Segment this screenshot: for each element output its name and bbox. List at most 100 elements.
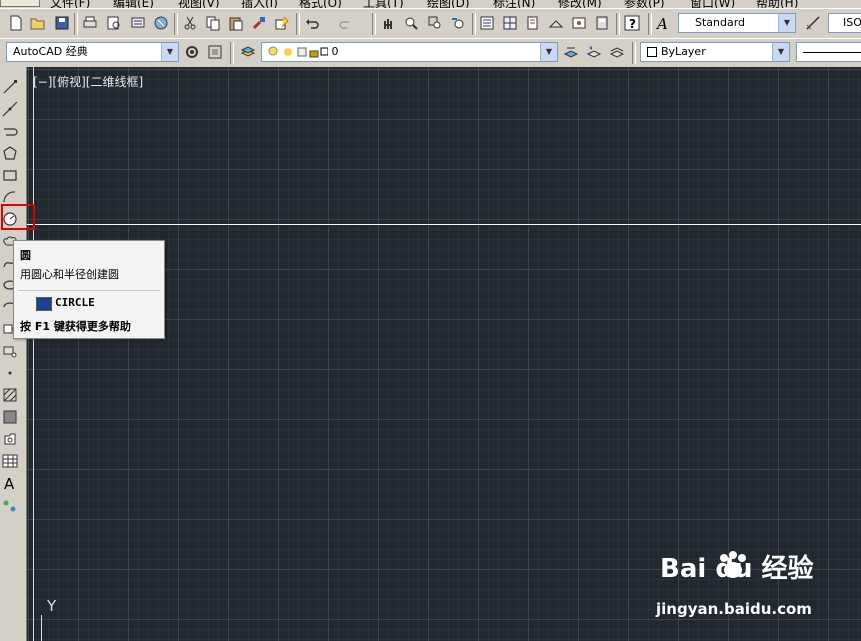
paste-icon[interactable] (226, 13, 246, 33)
crosshair-vertical (33, 67, 34, 641)
multiline-text-icon[interactable]: A (0, 473, 20, 493)
standard-toolbar: ? A Standard ▼ ISO (0, 8, 861, 39)
color-swatch-icon (647, 47, 657, 57)
ucs-y-axis (41, 615, 42, 641)
chevron-down-icon: ▼ (778, 14, 795, 32)
svg-text:A: A (656, 15, 668, 31)
viewport-controls-label[interactable]: [−][俯视][二维线框] (33, 73, 143, 90)
chevron-down-icon: ▼ (772, 43, 789, 61)
open-icon[interactable] (28, 13, 48, 33)
design-center-icon[interactable] (500, 13, 520, 33)
chevron-down-icon: ▼ (540, 43, 557, 61)
zoom-realtime-icon[interactable] (401, 13, 421, 33)
polyline-icon[interactable] (0, 121, 20, 141)
help-icon[interactable]: ? (622, 13, 642, 33)
draw-toolbar: A (0, 67, 27, 641)
menu-bar: 文件(F) 编辑(E) 视图(V) 插入(I) 格式(O) 工具(T) 绘图(D… (0, 0, 861, 8)
layer-previous-icon[interactable] (584, 42, 604, 62)
sheet-set-icon[interactable] (546, 13, 566, 33)
zoom-window-icon[interactable] (425, 13, 445, 33)
dim-style-select[interactable]: ISO (828, 13, 861, 33)
dim-style-icon[interactable] (803, 13, 823, 33)
tooltip-help: 按 F1 键获得更多帮助 (20, 320, 131, 333)
markup-icon[interactable] (569, 13, 589, 33)
hatch-icon[interactable] (0, 385, 20, 405)
svg-text:A: A (4, 475, 15, 491)
linetype-preview (803, 51, 861, 53)
layer-state-icon[interactable] (607, 42, 627, 62)
plot-icon[interactable] (80, 13, 100, 33)
menu-insert[interactable]: 插入(I) (241, 0, 278, 8)
undo-icon[interactable] (303, 13, 323, 33)
clean-screen-icon[interactable] (205, 42, 225, 62)
text-style-select[interactable]: Standard ▼ (678, 13, 796, 33)
block-editor-icon[interactable] (272, 13, 292, 33)
cut-icon[interactable] (180, 13, 200, 33)
gradient-icon[interactable] (0, 407, 20, 427)
separator (632, 42, 636, 64)
tooltip-divider (18, 290, 160, 291)
menu-edit[interactable]: 编辑(E) (113, 0, 154, 8)
polygon-icon[interactable] (0, 143, 20, 163)
menu-dimension[interactable]: 标注(N) (493, 0, 535, 8)
make-block-icon[interactable] (0, 341, 20, 361)
menu-tools[interactable]: 工具(T) (363, 0, 404, 8)
linetype-select[interactable] (796, 42, 861, 62)
ucs-y-label: Y (47, 597, 57, 615)
command-icon (36, 297, 52, 311)
app-menu-button[interactable] (0, 0, 40, 7)
new-icon[interactable] (6, 13, 26, 33)
properties-icon[interactable] (477, 13, 497, 33)
layers-toolbar: AutoCAD 经典 ▼ 0 ▼ ByLayer ▼ (0, 38, 861, 68)
redo-icon[interactable] (335, 13, 355, 33)
separator (372, 13, 376, 35)
tool-palettes-icon[interactable] (523, 13, 543, 33)
make-current-layer-icon[interactable] (561, 42, 581, 62)
circle-tool-highlight (1, 204, 35, 230)
separator (648, 13, 652, 35)
add-selected-icon[interactable] (0, 495, 20, 515)
publish-icon[interactable] (128, 13, 148, 33)
tooltip-command: CIRCLE (55, 296, 95, 309)
separator (174, 13, 178, 35)
menu-draw[interactable]: 绘图(D) (427, 0, 470, 8)
pan-icon[interactable] (378, 13, 398, 33)
color-select[interactable]: ByLayer ▼ (640, 42, 790, 62)
rectangle-icon[interactable] (0, 165, 20, 185)
layer-select[interactable]: 0 ▼ (261, 42, 558, 62)
workspace-settings-icon[interactable] (182, 42, 202, 62)
separator (472, 13, 476, 35)
separator (616, 13, 620, 35)
region-icon[interactable] (0, 429, 20, 449)
watermark-brand: Bai du 经验 (660, 554, 814, 584)
menu-file[interactable]: 文件(F) (50, 0, 90, 8)
point-icon[interactable] (0, 363, 20, 383)
menu-format[interactable]: 格式(O) (299, 0, 342, 8)
crosshair-horizontal (27, 224, 861, 225)
layer-properties-icon[interactable] (238, 42, 258, 62)
chevron-down-icon: ▼ (161, 43, 178, 61)
zoom-previous-icon[interactable] (448, 13, 468, 33)
table-icon[interactable] (0, 451, 20, 471)
menu-parametric[interactable]: 参数(P) (624, 0, 665, 8)
menu-view[interactable]: 视图(V) (178, 0, 220, 8)
watermark-url: jingyan.baidu.com (656, 600, 812, 618)
separator (74, 13, 78, 35)
save-icon[interactable] (52, 13, 72, 33)
tooltip-title: 圆 (20, 249, 31, 262)
layer-state-icons (268, 46, 329, 58)
separator (230, 42, 234, 64)
line-icon[interactable] (0, 77, 20, 97)
copy-icon[interactable] (203, 13, 223, 33)
tooltip-description: 用圆心和半径创建圆 (20, 268, 119, 281)
menu-help[interactable]: 帮助(H) (756, 0, 798, 8)
menu-modify[interactable]: 修改(M) (558, 0, 602, 8)
calculator-icon[interactable] (592, 13, 612, 33)
construction-line-icon[interactable] (0, 99, 20, 119)
3d-dwf-icon[interactable] (151, 13, 171, 33)
workspace-select[interactable]: AutoCAD 经典 ▼ (6, 42, 179, 62)
plot-preview-icon[interactable] (104, 13, 124, 33)
match-properties-icon[interactable] (249, 13, 269, 33)
text-style-icon[interactable]: A (654, 13, 674, 33)
menu-window[interactable]: 窗口(W) (690, 0, 735, 8)
